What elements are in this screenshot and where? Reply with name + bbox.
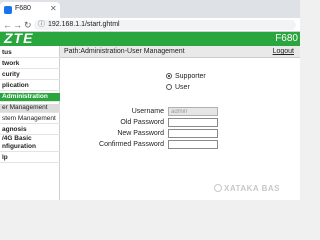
sidebar-item-application[interactable]: plication (0, 82, 60, 91)
old-password-field[interactable] (168, 118, 218, 127)
radio-user-label: User (175, 84, 190, 91)
username-field (168, 107, 218, 116)
radio-user[interactable]: User (166, 83, 190, 92)
radio-supporter-label: Supporter (175, 73, 206, 80)
watermark-logo-icon (214, 184, 222, 192)
logout-link[interactable]: Logout (273, 48, 294, 55)
path-bar: Path:Administration-User Management Logo… (60, 46, 300, 58)
sidebar-item-network[interactable]: twork (0, 60, 60, 69)
site-info-icon[interactable]: ⓘ (38, 21, 45, 29)
url-text[interactable]: 192.168.1.1/start.ghtml (48, 21, 120, 29)
sidebar-item-diagnosis[interactable]: agnosis (0, 126, 60, 135)
address-bar[interactable]: ⓘ 192.168.1.1/start.ghtml (34, 20, 296, 30)
browser-tab-strip: F680 ✕ (0, 0, 300, 18)
tab-title: F680 (15, 5, 31, 12)
new-password-label: New Password (117, 130, 164, 137)
radio-unchecked-icon[interactable] (166, 84, 172, 90)
watermark-text: XATAKA BAS (224, 184, 280, 193)
sidebar-item-help[interactable]: lp (0, 154, 60, 163)
tab-close-icon[interactable]: ✕ (50, 4, 57, 13)
username-label: Username (131, 108, 164, 115)
browser-toolbar: ← → ↻ ⓘ 192.168.1.1/start.ghtml (0, 18, 300, 32)
brand-logo: ZTE (4, 30, 34, 46)
model-name: F680 (275, 33, 298, 44)
sidebar-item-status[interactable]: tus (0, 49, 60, 58)
main-content: Path:Administration-User Management Logo… (60, 46, 300, 200)
confirm-password-field[interactable] (168, 140, 218, 149)
sidebar: tus twork curity plication Administratio… (0, 46, 60, 200)
sidebar-item-administration[interactable]: Administration (0, 93, 60, 102)
radio-checked-icon[interactable] (166, 73, 172, 79)
sidebar-item-4g-basic[interactable]: /4G Basic (0, 135, 60, 143)
radio-supporter[interactable]: Supporter (166, 72, 206, 81)
watermark: XATAKA BAS (214, 184, 280, 193)
router-header: ZTE F680 (0, 30, 300, 46)
confirm-password-label: Confirmed Password (99, 141, 164, 148)
favicon-icon (4, 6, 12, 14)
new-password-field[interactable] (168, 129, 218, 138)
old-password-label: Old Password (120, 119, 164, 126)
sidebar-item-user-management[interactable]: er Management (0, 104, 60, 113)
sidebar-item-security[interactable]: curity (0, 71, 60, 80)
breadcrumb: Path:Administration-User Management (64, 48, 185, 55)
sidebar-item-4g-configuration[interactable]: nfiguration (0, 143, 60, 152)
sidebar-item-system-management[interactable]: stem Management (0, 115, 60, 124)
browser-tab[interactable]: F680 ✕ (0, 2, 60, 18)
